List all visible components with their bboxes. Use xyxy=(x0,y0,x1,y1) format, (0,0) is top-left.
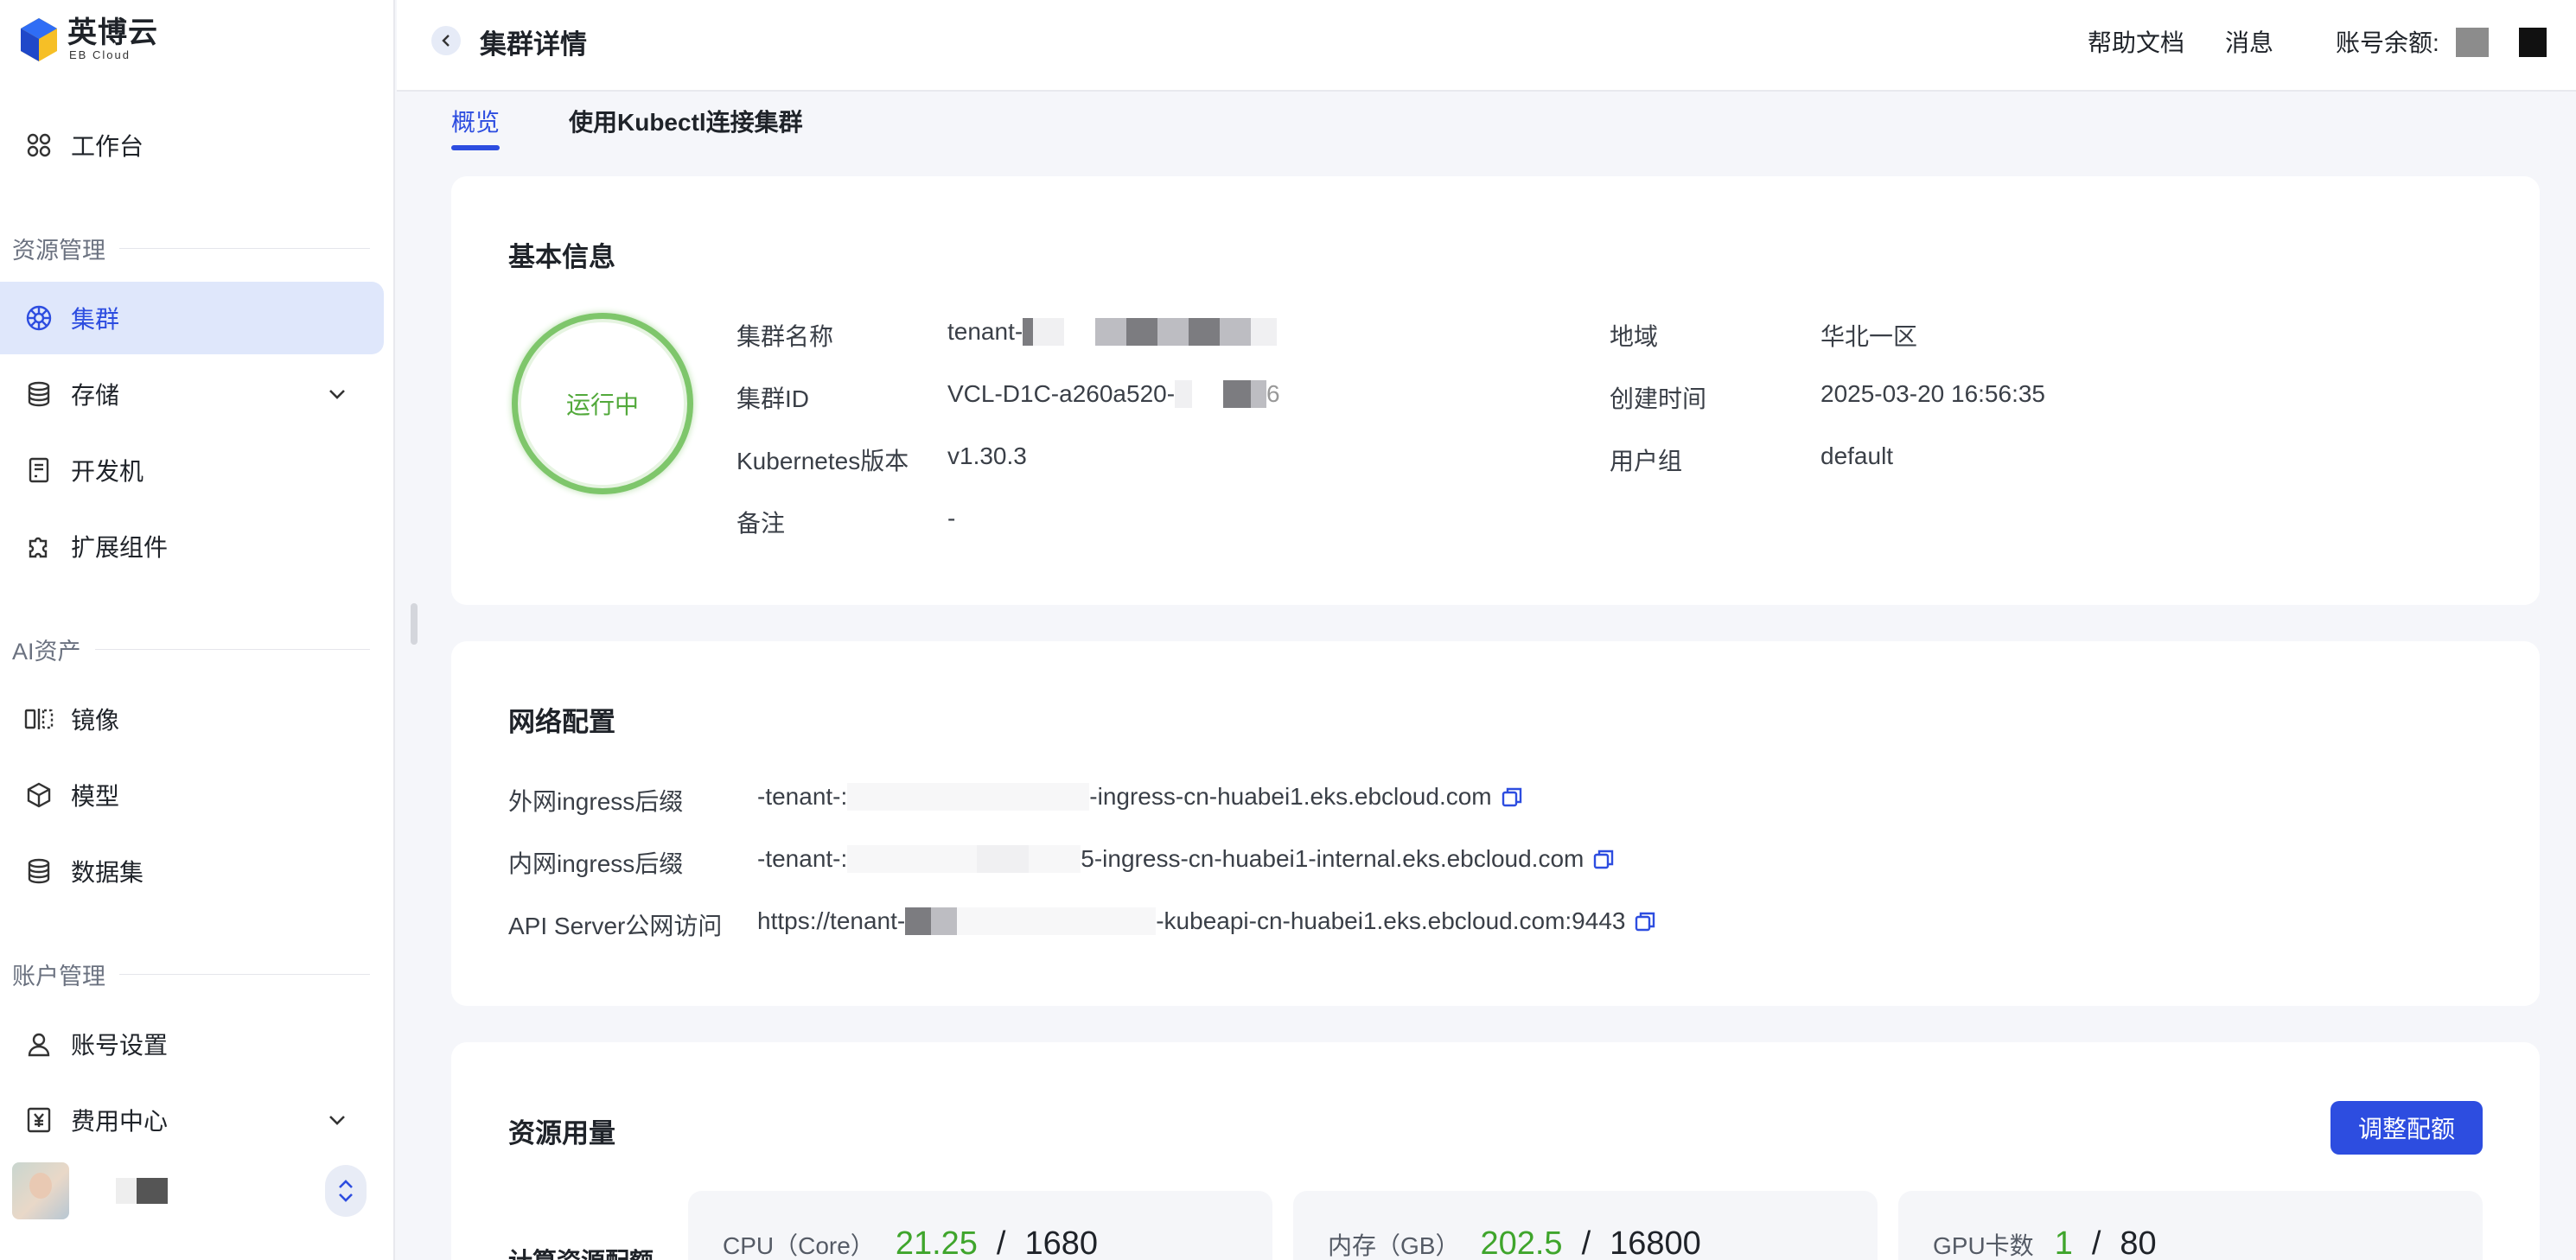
user-name-masked xyxy=(116,1178,168,1204)
cluster-name-value: tenant- xyxy=(947,318,1278,346)
chevron-down-icon[interactable] xyxy=(325,1108,349,1132)
internal-ingress-value: -tenant-: 5-ingress-cn-huabei1-internal.… xyxy=(757,845,1615,873)
cluster-name-label: 集群名称 xyxy=(736,323,834,350)
basic-info-card: 基本信息 运行中 集群名称 tenant- 集群ID VCL-D1C-a260a… xyxy=(451,176,2540,605)
section-ai-assets: AI资产 xyxy=(12,633,370,666)
sidebar-item-dataset[interactable]: 数据集 xyxy=(0,835,384,907)
user-group-value: default xyxy=(1820,442,1894,469)
sidebar-item-model[interactable]: 模型 xyxy=(0,759,384,831)
k8s-version-value: v1.30.3 xyxy=(947,442,1027,469)
gpu-quota-box: GPU卡数 1 / 80 xyxy=(1898,1191,2483,1260)
internal-ingress-label: 内网ingress后缀 xyxy=(508,850,684,877)
help-docs-link[interactable]: 帮助文档 xyxy=(2088,24,2184,59)
copy-icon[interactable] xyxy=(1634,910,1656,932)
sidebar-item-image[interactable]: 镜像 xyxy=(0,683,384,755)
copy-icon[interactable] xyxy=(1501,786,1523,808)
network-config-card: 网络配置 外网ingress后缀 -tenant-: -ingress-cn-h… xyxy=(451,641,2540,1006)
avatar[interactable] xyxy=(12,1162,69,1219)
gpu-total: 80 xyxy=(2120,1225,2157,1260)
created-time-value: 2025-03-20 16:56:35 xyxy=(1820,380,2045,407)
external-ingress-label: 外网ingress后缀 xyxy=(508,788,684,815)
cpu-used: 21.25 xyxy=(895,1225,978,1260)
helm-wheel-icon xyxy=(24,303,54,333)
chevron-left-icon xyxy=(442,35,450,47)
chevron-down-icon[interactable] xyxy=(325,382,349,406)
user-profile[interactable] xyxy=(12,1160,367,1222)
device-icon xyxy=(24,455,54,485)
sidebar-item-label: 存储 xyxy=(71,382,120,409)
puzzle-icon xyxy=(24,531,54,561)
brand-logo[interactable]: 英博云 EB Cloud xyxy=(19,16,158,64)
region-value: 华北一区 xyxy=(1820,323,1918,350)
external-ingress-value: -tenant-: -ingress-cn-huabei1.eks.ebclou… xyxy=(757,783,1523,811)
sidebar-item-label: 模型 xyxy=(71,783,120,810)
sidebar-item-label: 工作台 xyxy=(71,133,144,160)
sidebar-item-label: 账号设置 xyxy=(71,1032,169,1059)
top-header: 集群详情 帮助文档 消息 账号余额: xyxy=(397,0,2576,92)
database-icon xyxy=(24,856,54,886)
sidebar-item-billing[interactable]: 费用中心 xyxy=(0,1084,384,1156)
memory-used: 202.5 xyxy=(1480,1225,1563,1260)
sidebar-item-label: 数据集 xyxy=(71,859,144,886)
balance-value-masked xyxy=(2519,28,2547,57)
compute-quota-label: 计算资源配额 xyxy=(508,1243,654,1260)
status-indicator: 运行中 xyxy=(512,313,693,494)
section-resource-management: 资源管理 xyxy=(12,232,370,265)
resource-usage-title: 资源用量 xyxy=(508,1118,615,1149)
gpu-used: 1 xyxy=(2054,1225,2073,1260)
memory-total: 16800 xyxy=(1610,1225,1701,1260)
region-label: 地域 xyxy=(1610,323,1659,350)
chevron-up-down-icon xyxy=(339,1180,353,1202)
brand-name: 英博云 xyxy=(67,16,158,49)
memory-quota-box: 内存（GB） 202.5 / 16800 xyxy=(1293,1191,1878,1260)
grid-icon xyxy=(24,130,54,160)
sidebar-item-storage[interactable]: 存储 xyxy=(0,358,384,430)
cube-icon xyxy=(24,780,54,810)
yen-icon xyxy=(24,1105,54,1135)
sidebar: 英博云 EB Cloud 工作台 资源管理 集群 存储 开发机 扩展组件 AI资… xyxy=(0,0,395,1260)
balance-label: 账号余额: xyxy=(2336,29,2439,56)
balance-value-masked xyxy=(2456,28,2489,57)
sidebar-item-account-settings[interactable]: 账号设置 xyxy=(0,1008,384,1080)
sidebar-item-label: 集群 xyxy=(71,306,120,333)
messages-link[interactable]: 消息 xyxy=(2225,24,2273,59)
note-label: 备注 xyxy=(736,510,786,537)
api-server-label: API Server公网访问 xyxy=(508,913,723,939)
cluster-id-label: 集群ID xyxy=(736,385,810,412)
adjust-quota-button[interactable]: 调整配额 xyxy=(2331,1101,2483,1155)
cluster-id-value: VCL-D1C-a260a520- 6 xyxy=(947,380,1280,408)
tab-kubectl[interactable]: 使用Kubectl连接集群 xyxy=(569,104,803,138)
sidebar-item-workbench[interactable]: 工作台 xyxy=(0,109,384,181)
account-switch-button[interactable] xyxy=(325,1165,367,1217)
sidebar-item-devbox[interactable]: 开发机 xyxy=(0,434,384,506)
sidebar-item-cluster[interactable]: 集群 xyxy=(0,282,384,354)
cpu-quota-box: CPU（Core） 21.25 / 1680 xyxy=(688,1191,1272,1260)
sidebar-item-label: 扩展组件 xyxy=(71,534,169,561)
back-button[interactable] xyxy=(431,26,461,55)
sidebar-item-label: 镜像 xyxy=(71,707,120,734)
sidebar-item-extensions[interactable]: 扩展组件 xyxy=(0,510,384,582)
user-icon xyxy=(24,1029,54,1059)
k8s-version-label: Kubernetes版本 xyxy=(736,448,909,474)
sidebar-scrollbar[interactable] xyxy=(411,603,418,645)
cpu-total: 1680 xyxy=(1024,1225,1099,1260)
sidebar-item-label: 费用中心 xyxy=(71,1108,169,1135)
user-group-label: 用户组 xyxy=(1610,448,1683,474)
brand-logo-icon xyxy=(21,18,57,61)
basic-info-title: 基本信息 xyxy=(508,242,615,272)
copy-icon[interactable] xyxy=(1592,848,1615,870)
note-value: - xyxy=(947,505,956,531)
created-time-label: 创建时间 xyxy=(1610,385,1707,412)
network-config-title: 网络配置 xyxy=(508,707,615,737)
section-account-management: 账户管理 xyxy=(12,958,370,991)
tab-overview[interactable]: 概览 xyxy=(451,104,501,150)
database-icon xyxy=(24,379,54,409)
api-server-value: https://tenant- -kubeapi-cn-huabei1.eks.… xyxy=(757,907,1656,935)
resource-usage-card: 资源用量 调整配额 计算资源配额 CPU（Core） 21.25 / 1680 … xyxy=(451,1042,2540,1260)
mirror-icon xyxy=(24,704,54,734)
sidebar-item-label: 开发机 xyxy=(71,458,144,485)
page-title: 集群详情 xyxy=(480,29,587,60)
status-text: 运行中 xyxy=(565,391,639,418)
brand-name-en: EB Cloud xyxy=(69,48,131,61)
